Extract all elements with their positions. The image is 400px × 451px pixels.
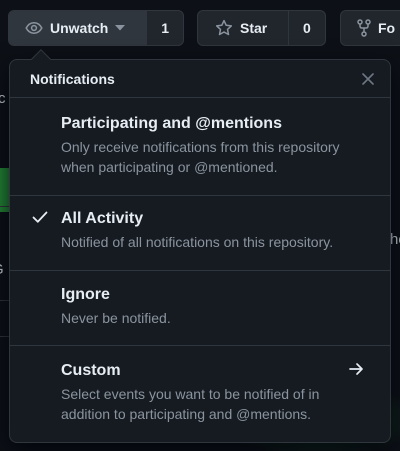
- option-title: Ignore: [61, 286, 110, 303]
- close-button[interactable]: [358, 69, 378, 89]
- notifications-popover: Notifications Participating and @mention…: [9, 49, 391, 443]
- option-title: All Activity: [61, 210, 144, 227]
- option-title: Participating and @mentions: [61, 115, 282, 132]
- background-text-fragment: he: [390, 231, 400, 248]
- unwatch-button[interactable]: Unwatch: [9, 11, 147, 45]
- eye-icon: [25, 20, 43, 36]
- star-button-group: Star 0: [197, 10, 326, 46]
- option-custom[interactable]: Custom Select events you want to be noti…: [10, 346, 390, 442]
- star-icon: [215, 19, 233, 37]
- option-ignore[interactable]: Ignore Never be notified.: [10, 271, 390, 346]
- background-text-fragment: c: [0, 90, 6, 107]
- star-button[interactable]: Star: [198, 11, 288, 45]
- option-description: Select events you want to be notified of…: [61, 386, 320, 422]
- option-all-activity[interactable]: All Activity Notified of all notificatio…: [10, 196, 390, 271]
- close-icon: [362, 73, 374, 85]
- option-description: Only receive notifications from this rep…: [61, 139, 340, 175]
- option-description: Never be notified.: [61, 310, 171, 326]
- option-title: Custom: [61, 362, 121, 379]
- fork-button[interactable]: Fo: [341, 11, 400, 45]
- repository-page: c he G Unwatch 1 Star: [0, 0, 400, 451]
- unwatch-label: Unwatch: [50, 20, 109, 36]
- option-participating-and-mentions[interactable]: Participating and @mentions Only receive…: [10, 98, 390, 196]
- watch-button-group: Unwatch 1: [8, 10, 184, 46]
- triangle-down-icon: [115, 25, 126, 31]
- fork-label: Fo: [378, 20, 396, 36]
- fork-button-group: Fo: [340, 10, 400, 46]
- repo-forked-icon: [357, 19, 371, 37]
- star-label: Star: [240, 20, 268, 36]
- popover-header: Notifications: [10, 60, 390, 98]
- option-description: Notified of all notifications on this re…: [61, 234, 334, 250]
- stars-count[interactable]: 0: [288, 11, 325, 45]
- background-text-fragment: G: [0, 261, 4, 278]
- popover-title: Notifications: [30, 70, 115, 87]
- watchers-count[interactable]: 1: [146, 11, 183, 45]
- arrow-right-icon: [349, 362, 364, 376]
- check-icon: [32, 210, 48, 224]
